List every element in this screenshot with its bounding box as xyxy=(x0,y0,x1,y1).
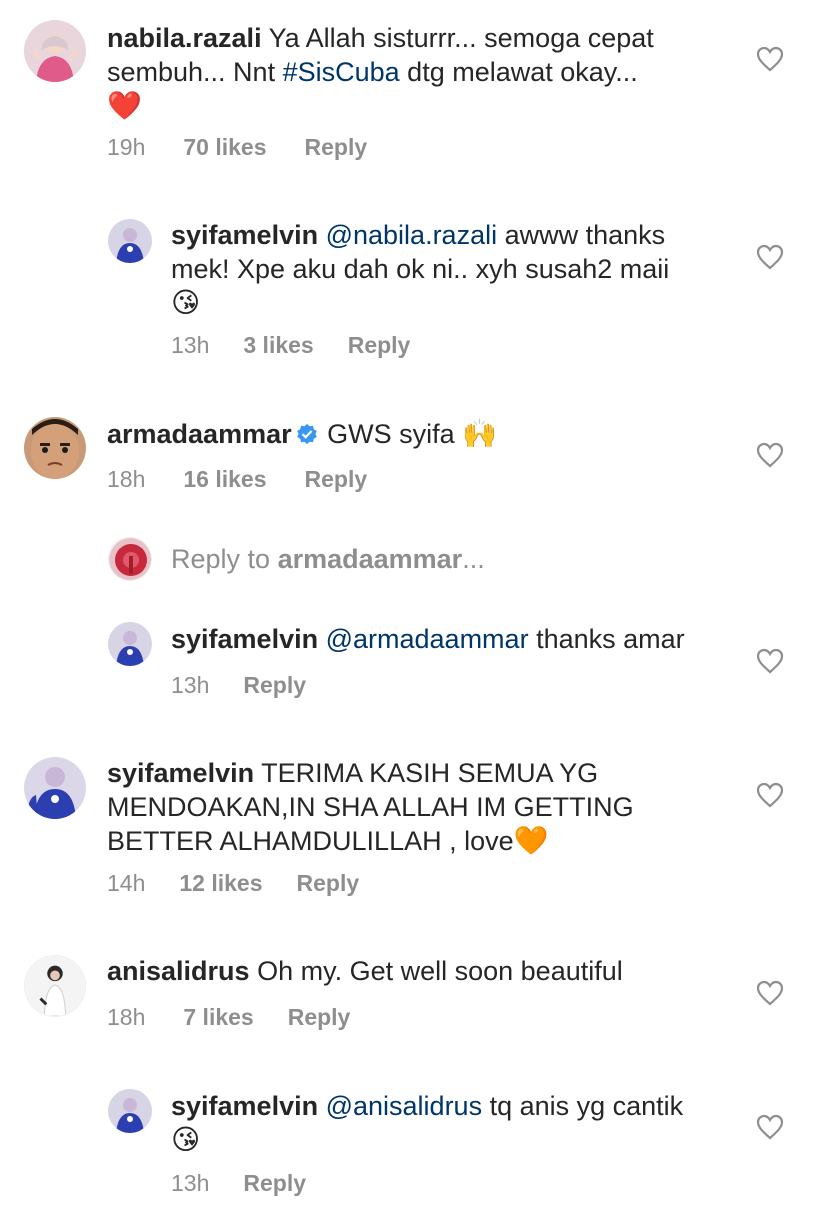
timestamp: 13h xyxy=(171,332,210,358)
reply-button[interactable]: Reply xyxy=(243,672,306,699)
username[interactable]: nabila.razali xyxy=(107,23,262,53)
mention-link[interactable]: @armadaammar xyxy=(326,624,529,654)
reply-target: armadaammar xyxy=(277,544,463,574)
raising-hands-emoji: 🙌 xyxy=(462,418,498,449)
reply-ellipsis: ... xyxy=(462,544,485,574)
comment-meta: 13h 3 likes Reply xyxy=(171,332,410,359)
timestamp: 14h xyxy=(107,870,146,896)
heart-outline-icon[interactable] xyxy=(756,244,784,270)
reply-button[interactable]: Reply xyxy=(305,134,368,161)
heart-emoji: ❤️ xyxy=(107,90,142,121)
likes-count[interactable]: 7 likes xyxy=(183,1004,253,1031)
comment-meta: 19h 70 likes Reply xyxy=(107,134,367,161)
orange-heart-emoji: 🧡 xyxy=(513,825,549,856)
reply-button[interactable]: Reply xyxy=(297,870,360,897)
comment-meta: 18h 7 likes Reply xyxy=(107,1004,350,1031)
likes-count[interactable]: 3 likes xyxy=(243,332,313,359)
timestamp: 18h xyxy=(107,1004,146,1030)
verified-badge-icon xyxy=(296,424,317,444)
heart-outline-icon[interactable] xyxy=(756,1114,784,1140)
heart-outline-icon[interactable] xyxy=(756,980,784,1006)
hashtag-link[interactable]: #SisCuba xyxy=(283,57,400,87)
username[interactable]: armadaammar xyxy=(107,419,292,449)
timestamp: 13h xyxy=(171,672,210,698)
reply-button[interactable]: Reply xyxy=(288,1004,351,1031)
comment-text: armadaammar GWS syifa 🙌 xyxy=(107,417,747,451)
comment-body: Oh my. Get well soon beautiful xyxy=(249,956,623,986)
comment-text: nabila.razali Ya Allah sisturrr... semog… xyxy=(107,21,747,123)
username[interactable]: syifamelvin xyxy=(171,220,318,250)
comment-text: anisalidrus Oh my. Get well soon beautif… xyxy=(107,954,747,988)
timestamp: 19h xyxy=(107,134,146,160)
comment-body: tq anis yg cantik xyxy=(482,1091,684,1121)
reply-button[interactable]: Reply xyxy=(243,1170,306,1197)
avatar[interactable] xyxy=(24,417,86,479)
likes-count[interactable]: 12 likes xyxy=(179,870,262,897)
comment-body: thanks amar xyxy=(528,624,685,654)
kiss-emoji: 😘 xyxy=(171,287,201,318)
likes-count[interactable]: 16 likes xyxy=(183,466,266,493)
heart-outline-icon[interactable] xyxy=(756,782,784,808)
avatar[interactable] xyxy=(24,20,86,82)
avatar[interactable] xyxy=(24,757,86,819)
username[interactable]: anisalidrus xyxy=(107,956,250,986)
reply-prompt: Reply to xyxy=(171,544,278,574)
likes-count[interactable]: 70 likes xyxy=(183,134,266,161)
timestamp: 13h xyxy=(171,1170,210,1196)
avatar[interactable] xyxy=(108,219,152,263)
comment-text: syifamelvin @anisalidrus tq anis yg cant… xyxy=(171,1089,751,1157)
mention-link[interactable]: @anisalidrus xyxy=(326,1091,482,1121)
avatar[interactable] xyxy=(24,955,86,1017)
mention-link[interactable]: @nabila.razali xyxy=(326,220,498,250)
reply-input-placeholder[interactable]: Reply to armadaammar... xyxy=(171,544,485,575)
username[interactable]: syifamelvin xyxy=(107,758,254,788)
reply-button[interactable]: Reply xyxy=(305,466,368,493)
comment-body: GWS syifa xyxy=(319,419,463,449)
avatar xyxy=(108,537,152,581)
avatar[interactable] xyxy=(108,1089,152,1133)
comment-meta: 14h 12 likes Reply xyxy=(107,870,359,897)
comment-text: syifamelvin TERIMA KASIH SEMUA YG MENDOA… xyxy=(107,756,707,858)
heart-outline-icon[interactable] xyxy=(756,442,784,468)
heart-outline-icon[interactable] xyxy=(756,648,784,674)
comment-meta: 13h Reply xyxy=(171,672,306,699)
comment-body: dtg melawat okay... xyxy=(399,57,638,87)
username[interactable]: syifamelvin xyxy=(171,624,318,654)
comment-text: syifamelvin @nabila.razali awww thanks m… xyxy=(171,218,731,320)
comment-meta: 13h Reply xyxy=(171,1170,306,1197)
heart-outline-icon[interactable] xyxy=(756,46,784,72)
comment-meta: 18h 16 likes Reply xyxy=(107,466,367,493)
kiss-emoji: 😘 xyxy=(171,1124,201,1155)
username[interactable]: syifamelvin xyxy=(171,1091,318,1121)
avatar[interactable] xyxy=(108,622,152,666)
reply-button[interactable]: Reply xyxy=(348,332,411,359)
comment-text: syifamelvin @armadaammar thanks amar xyxy=(171,622,751,656)
timestamp: 18h xyxy=(107,466,146,492)
